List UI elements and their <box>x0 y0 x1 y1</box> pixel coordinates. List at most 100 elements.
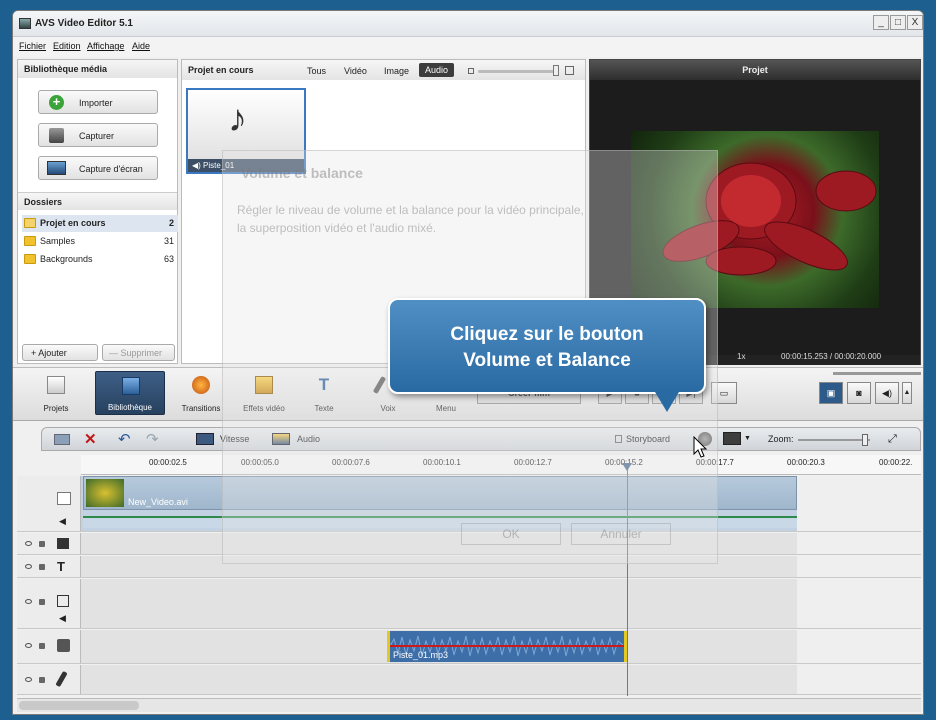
overlay-track: ◀ <box>17 579 921 629</box>
library-icon <box>122 377 140 395</box>
ghost-cancel-button: Annuler <box>571 523 671 545</box>
minimize-button[interactable]: _ <box>873 15 889 30</box>
film-icon: ▣ <box>826 388 836 398</box>
capture-button[interactable]: Capturer <box>38 123 158 147</box>
ruler-tick: 00:00:02.5 <box>149 458 187 467</box>
lock-icon[interactable] <box>39 677 45 683</box>
folder-backgrounds[interactable]: Backgrounds 63 <box>22 251 178 268</box>
toolbar-label: Projets <box>43 404 69 413</box>
import-button[interactable]: + Importer <box>38 90 158 114</box>
track-header <box>17 665 81 694</box>
eye-icon[interactable] <box>25 564 32 569</box>
lock-icon[interactable] <box>39 541 45 547</box>
folder-icon <box>24 254 36 264</box>
time-display: 00:00:15.253 / 00:00:20.000 <box>781 352 882 361</box>
add-folder-label: + Ajouter <box>31 348 67 358</box>
chevron-up-icon: ▲ <box>903 389 911 396</box>
toolbar-bibliotheque[interactable]: Bibliothèque <box>95 371 165 415</box>
thumbnail-large-icon <box>565 66 574 75</box>
chevron-down-icon[interactable]: ▼ <box>744 435 751 442</box>
library-panel: Bibliothèque média + Importer Capturer C… <box>17 59 178 364</box>
filter-audio[interactable]: Audio <box>419 63 455 77</box>
fit-zoom-icon[interactable]: ⤢ <box>888 433 897 446</box>
thumbnail-size-slider[interactable] <box>478 70 558 73</box>
split-view-button[interactable]: ▣ <box>819 382 843 404</box>
audio-track: Piste_01.mp3 <box>17 630 921 664</box>
camera-icon: ◙ <box>856 388 862 398</box>
menu-affichage[interactable]: Affichage <box>87 41 124 51</box>
remove-folder-label: — Supprimer <box>109 348 163 358</box>
track-header <box>17 533 81 554</box>
projects-icon <box>47 376 65 394</box>
app-icon <box>19 18 31 29</box>
folder-icon <box>24 218 36 228</box>
eye-icon[interactable] <box>25 599 32 604</box>
menu-bar: Fichier Edition Affichage Aide <box>13 37 923 57</box>
screen-capture-label: Capture d'écran <box>79 164 143 174</box>
close-button[interactable]: X <box>907 15 923 30</box>
timeline-scrollbar[interactable] <box>17 698 921 712</box>
preview-title: Projet <box>590 60 920 80</box>
maximize-button[interactable]: □ <box>890 15 906 30</box>
filter-tous[interactable]: Tous <box>307 66 326 76</box>
slider-handle[interactable] <box>553 65 559 76</box>
snapshot-button[interactable]: ◙ <box>847 382 871 404</box>
screen-capture-button[interactable]: Capture d'écran <box>38 156 158 180</box>
zoom-slider[interactable] <box>798 439 870 441</box>
menu-aide[interactable]: Aide <box>132 41 150 51</box>
voice-track <box>17 665 921 695</box>
scroll-thumb[interactable] <box>19 701 139 710</box>
import-label: Importer <box>79 98 113 108</box>
audio-clip-label: Piste_01.mp3 <box>393 650 449 660</box>
mouse-cursor-icon <box>693 436 708 458</box>
eye-icon[interactable] <box>25 541 32 546</box>
volume-dropdown[interactable]: ▲ <box>902 382 912 404</box>
folder-samples[interactable]: Samples 31 <box>22 233 178 250</box>
zoom-handle[interactable] <box>862 434 868 446</box>
filter-image[interactable]: Image <box>384 66 409 76</box>
thumbnail-small-icon <box>468 68 474 74</box>
video-clip-label: New_Video.avi <box>128 497 188 507</box>
folder-count: 2 <box>168 218 174 228</box>
lock-icon[interactable] <box>39 599 45 605</box>
folders-title: Dossiers <box>18 192 177 210</box>
track-header: ◀ <box>17 476 81 531</box>
speaker-icon: ◀ <box>59 613 66 623</box>
redo-icon[interactable]: ↷ <box>146 430 159 448</box>
zoom-label: Zoom: <box>768 434 794 444</box>
playback-speed: 1x <box>737 352 746 361</box>
audio-clip[interactable]: Piste_01.mp3 <box>387 631 627 662</box>
audio-track-icon <box>57 639 70 652</box>
effects-track-icon <box>57 538 69 549</box>
camcorder-icon <box>49 128 64 143</box>
eye-icon[interactable] <box>25 643 32 648</box>
toolbar-label: Bibliothèque <box>107 403 153 412</box>
volume-button[interactable]: ◀) <box>875 382 899 404</box>
menu-fichier[interactable]: Fichier <box>19 41 46 51</box>
toolbar-projets[interactable]: Projets <box>21 371 91 415</box>
menu-edition[interactable]: Edition <box>53 41 81 51</box>
ghost-dialog-title: Volume et balance <box>241 165 363 181</box>
eye-icon[interactable] <box>25 677 32 682</box>
speaker-icon: ◀ <box>59 516 66 526</box>
preview-seek-slider[interactable] <box>833 372 921 375</box>
lock-icon[interactable] <box>39 643 45 649</box>
folder-name: Projet en cours <box>40 218 106 228</box>
folder-count: 63 <box>163 254 174 264</box>
track-header: T <box>17 556 81 577</box>
add-folder-button[interactable]: + Ajouter <box>22 344 98 361</box>
title-bar: AVS Video Editor 5.1 _ □ X <box>13 11 923 37</box>
remove-folder-button[interactable]: — Supprimer <box>102 344 175 361</box>
display-mode-icon[interactable] <box>723 432 741 445</box>
undo-icon[interactable]: ↶ <box>118 430 131 448</box>
microphone-icon <box>55 670 68 688</box>
trim-icon[interactable] <box>54 434 70 445</box>
lock-icon[interactable] <box>39 564 45 570</box>
capture-label: Capturer <box>79 131 115 141</box>
delete-icon[interactable]: ✕ <box>84 430 97 448</box>
filter-video[interactable]: Vidéo <box>344 66 367 76</box>
plus-icon: + <box>49 95 64 110</box>
folder-projet-en-cours[interactable]: Projet en cours 2 <box>22 215 178 232</box>
clapper-icon <box>57 492 71 505</box>
music-note-icon: ♪ <box>228 98 247 140</box>
